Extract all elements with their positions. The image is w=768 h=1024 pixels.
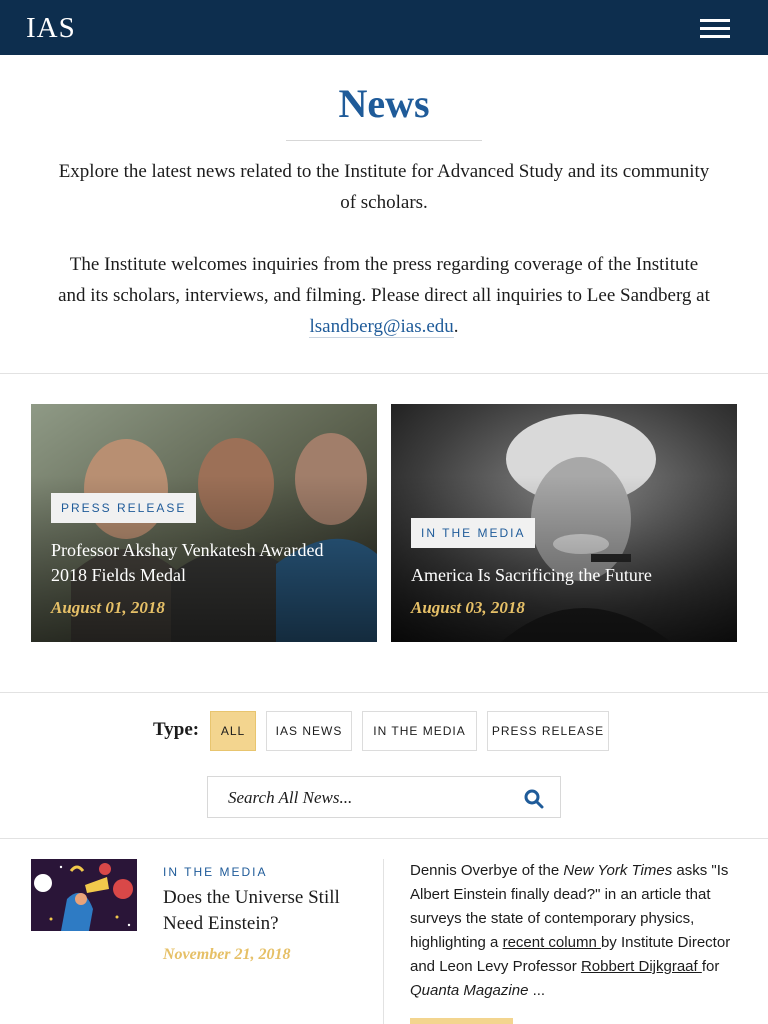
filter-in-the-media-button[interactable]: IN THE MEDIA (362, 711, 477, 751)
intro-text: Explore the latest news related to the I… (58, 161, 710, 213)
section-divider (0, 373, 768, 374)
article-type-tag: IN THE MEDIA (163, 865, 268, 879)
menu-icon (700, 35, 730, 38)
card-date: August 03, 2018 (411, 598, 525, 617)
article-excerpt: Dennis Overbye of the New York Times ask… (410, 859, 740, 1003)
featured-card[interactable]: PRESS RELEASE Professor Akshay Venkatesh… (31, 404, 377, 642)
card-type-tag: PRESS RELEASE (51, 493, 197, 523)
press-email-link[interactable]: lsandberg@ias.edu (309, 316, 454, 338)
featured-card[interactable]: IN THE MEDIA America Is Sacrificing the … (391, 404, 737, 642)
article-title[interactable]: Does the Universe Still Need Einstein? (163, 885, 368, 937)
ias-logo[interactable]: IAS (26, 12, 76, 44)
robbert-dijkgraaf-link[interactable]: Robbert Dijkgraaf (581, 958, 702, 975)
news-search-box (207, 776, 561, 818)
excerpt-text: Dennis Overbye of the (410, 862, 564, 879)
excerpt-ellipsis: ... (528, 982, 546, 999)
card-title[interactable]: America Is Sacrificing the Future (411, 563, 711, 588)
press-inquiry-end: . (453, 316, 459, 337)
top-nav-bar: IAS (0, 0, 768, 55)
section-divider (0, 692, 768, 693)
article-date: November 21, 2018 (163, 946, 291, 963)
news-search-input[interactable] (228, 785, 508, 811)
article-column-divider (383, 859, 384, 1024)
filter-ias-news-button[interactable]: IAS NEWS (266, 711, 352, 751)
filter-type-label: Type: (153, 719, 200, 740)
menu-icon (700, 27, 730, 30)
recent-column-link[interactable]: recent column (503, 934, 601, 951)
hamburger-menu-button[interactable] (696, 14, 734, 42)
menu-icon (700, 19, 730, 22)
filter-all-button[interactable]: ALL (210, 711, 256, 751)
publication-name: New York Times (563, 862, 673, 879)
card-date: August 01, 2018 (51, 598, 165, 617)
press-inquiry-body: The Institute welcomes inquiries from th… (58, 254, 710, 306)
section-divider (0, 838, 768, 839)
read-more-button[interactable] (410, 1018, 513, 1024)
magazine-name: Quanta Magazine (410, 982, 529, 999)
card-type-tag: IN THE MEDIA (411, 518, 536, 548)
search-icon[interactable] (524, 789, 544, 809)
page-title: News (338, 81, 430, 126)
filter-press-release-button[interactable]: PRESS RELEASE (487, 711, 609, 751)
card-title[interactable]: Professor Akshay Venkatesh Awarded 2018 … (51, 538, 351, 588)
article-thumbnail[interactable] (31, 859, 137, 931)
excerpt-text: for (701, 958, 720, 975)
title-divider (286, 140, 482, 141)
press-inquiry-text: The Institute welcomes inquiries from th… (56, 249, 712, 342)
